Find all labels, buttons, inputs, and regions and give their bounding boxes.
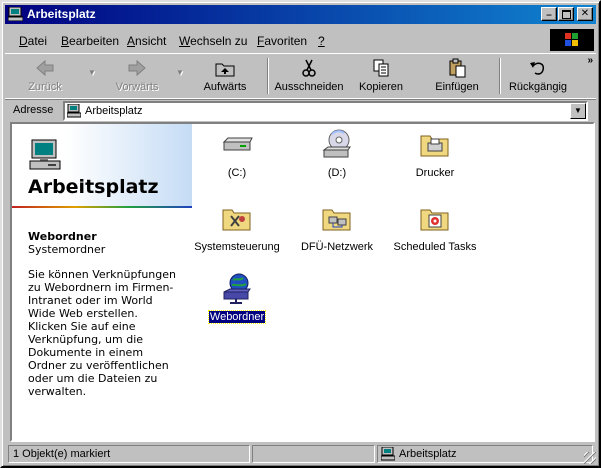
menu-ansicht[interactable]: Ansicht [127,34,166,48]
menu-help[interactable]: ? [318,34,325,48]
selected-item-type: Systemordner [28,243,106,256]
copy-button[interactable]: Kopieren [351,54,411,98]
dialup-network-item[interactable]: DFÜ-Netzwerk [287,202,387,253]
computer-icon [381,447,395,461]
status-zone-panel: Arbeitsplatz [377,445,593,463]
standard-toolbar: Zurück ▼ Vorwärts ▼ Aufwärts Ausschneide… [5,53,596,100]
menu-favoriten[interactable]: Favoriten [257,34,307,48]
selected-item-name: Webordner [28,230,97,243]
web-folders-item[interactable]: Webordner [187,272,287,324]
control-panel-folder-icon [222,209,251,231]
chevron-down-icon: ▼ [176,68,184,77]
scheduled-tasks-item[interactable]: Scheduled Tasks [385,202,485,253]
maximize-icon [561,10,571,19]
undo-button[interactable]: Rückgängig [505,54,571,98]
forward-button[interactable]: Vorwärts [102,54,172,98]
close-button[interactable]: ✕ [577,7,593,21]
printers-item[interactable]: Drucker [385,128,485,179]
paste-button[interactable]: Einfügen [425,54,489,98]
paste-icon [449,58,466,78]
forward-dropdown[interactable]: ▼ [173,54,187,98]
minimize-button[interactable]: _ [541,5,557,21]
computer-icon [67,104,81,118]
toolbar-separator [267,58,269,94]
hard-drive-icon [222,137,253,151]
drive-c-item[interactable]: (C:) [187,128,287,179]
minimize-icon: _ [546,5,552,16]
toolbar-more-button[interactable]: » [587,55,593,66]
computer-icon [29,139,61,170]
printer-folder-icon [420,135,449,157]
address-dropdown-button[interactable]: ▼ [570,103,586,119]
selected-item-description: Sie können Verknüpfungen zu Webordnern i… [28,268,176,398]
back-arrow-icon [36,59,54,77]
address-input[interactable]: Arbeitsplatz ▼ [63,101,588,121]
window-title: Arbeitsplatz [27,7,96,21]
status-middle-panel [252,445,375,463]
scheduled-tasks-folder-icon [420,209,449,231]
status-bar: 1 Objekt(e) markiert Arbeitsplatz [5,444,596,464]
web-folder-icon [223,273,251,304]
copy-icon [373,59,389,77]
address-bar: Adresse Arbeitsplatz ▼ [5,98,596,121]
web-view-info-pane: Arbeitsplatz Webordner Systemordner Sie … [12,124,192,440]
folder-up-icon [215,63,235,77]
cut-button[interactable]: Ausschneiden [271,54,347,98]
info-pane-title: Arbeitsplatz [28,176,159,198]
up-button[interactable]: Aufwärts [195,54,255,98]
dialup-network-folder-icon [322,209,351,231]
maximize-button[interactable] [558,7,574,21]
close-icon: ✕ [580,8,590,19]
scissors-icon [302,59,316,77]
chevron-down-icon: ▼ [88,68,96,77]
computer-icon [8,7,23,21]
drive-d-item[interactable]: (D:) [287,128,387,179]
windows-logo [550,29,594,51]
back-dropdown[interactable]: ▼ [85,54,99,98]
chevron-down-icon: ▼ [574,106,582,115]
menu-bar: Datei Bearbeiten Ansicht Wechseln zu Fav… [5,29,596,51]
status-selection-count: 1 Objekt(e) markiert [8,445,250,463]
explorer-window: Arbeitsplatz _ ✕ Datei Bearbeiten Ansich… [0,0,601,468]
back-button[interactable]: Zurück [15,54,75,98]
undo-icon [530,62,545,75]
resize-grip[interactable] [584,452,596,464]
toolbar-separator [499,58,501,94]
info-pane-divider [12,206,192,208]
address-value: Arbeitsplatz [85,105,143,117]
title-bar[interactable]: Arbeitsplatz _ ✕ [5,5,596,24]
windows-flag-icon [565,33,578,46]
cd-drive-icon [322,129,351,158]
folder-view: Arbeitsplatz Webordner Systemordner Sie … [10,122,595,442]
control-panel-item[interactable]: Systemsteuerung [187,202,287,253]
menu-wechseln-zu[interactable]: Wechseln zu [179,34,247,48]
address-label: Adresse [13,104,54,116]
forward-arrow-icon [128,59,146,77]
menu-datei[interactable]: Datei [19,34,47,48]
menu-bearbeiten[interactable]: Bearbeiten [61,34,119,48]
